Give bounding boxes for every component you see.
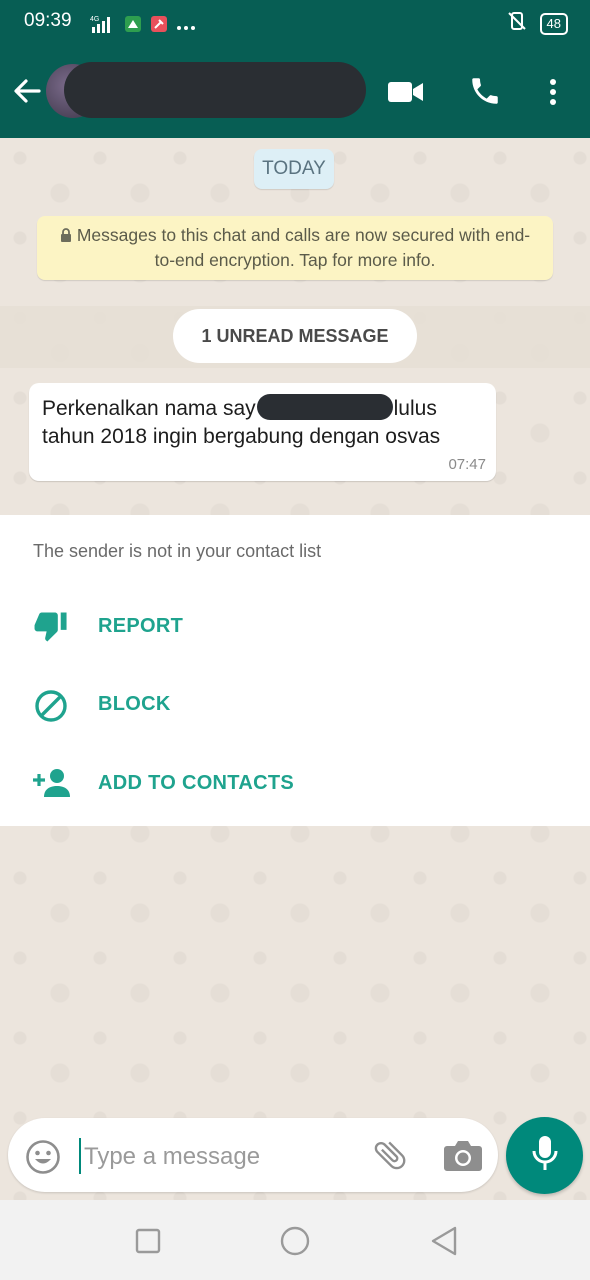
report-label: REPORT [98,615,184,637]
block-icon [34,689,68,728]
unknown-sender-panel: The sender is not in your contact list R… [0,515,590,826]
message-time: 07:47 [448,456,486,473]
add-to-contacts-button[interactable]: ADD TO CONTACTS [0,754,590,814]
sender-note: The sender is not in your contact list [33,541,322,561]
redacted-name [256,394,393,420]
block-label: BLOCK [98,693,171,715]
chat-header [0,46,590,138]
encryption-notice[interactable]: Messages to this chat and calls are now … [37,216,553,280]
mic-button[interactable] [506,1117,583,1194]
home-icon[interactable] [280,1226,310,1261]
message-input[interactable] [82,1136,346,1178]
add-to-contacts-label: ADD TO CONTACTS [98,772,294,794]
message-text: Perkenalkan nama say lulus tahun 2018 ing… [42,394,482,451]
status-time: 09:39 [24,10,72,31]
encryption-notice-text: Messages to this chat and calls are now … [76,225,531,270]
attach-icon[interactable] [371,1136,409,1179]
text-caret [79,1138,81,1174]
contact-name-redacted[interactable] [64,62,366,118]
add-person-icon [32,768,70,803]
block-button[interactable]: BLOCK [0,675,590,735]
more-vert-icon[interactable] [546,78,560,111]
back-arrow-icon[interactable] [12,76,42,111]
battery-icon: 48 [539,12,568,35]
video-call-icon[interactable] [388,80,424,109]
date-divider: TODAY [254,149,334,189]
message-composer [8,1118,498,1192]
report-button[interactable]: REPORT [0,597,590,657]
pinned-app-icon [150,15,168,38]
voice-call-icon[interactable] [468,74,502,113]
vibrate-icon [506,10,528,37]
recents-icon[interactable] [135,1228,161,1259]
status-bar: 09:39 4G 48 [0,0,590,46]
thumbs-down-icon [34,611,70,648]
svg-text:4G: 4G [90,16,99,23]
message-text-part: Perkenalkan nama say [42,397,256,420]
lock-icon [60,226,72,249]
nav-back-icon[interactable] [430,1226,458,1261]
unread-divider: 1 UNREAD MESSAGE [173,309,417,363]
incoming-message-bubble[interactable]: Perkenalkan nama say lulus tahun 2018 ing… [29,383,496,481]
camera-icon[interactable] [443,1138,483,1177]
app-notification-icon [124,15,142,38]
mic-icon [531,1135,559,1176]
signal-icon: 4G [90,14,116,39]
emoji-icon[interactable] [25,1139,61,1180]
system-nav-bar [0,1200,590,1280]
more-dots-icon [176,18,196,36]
